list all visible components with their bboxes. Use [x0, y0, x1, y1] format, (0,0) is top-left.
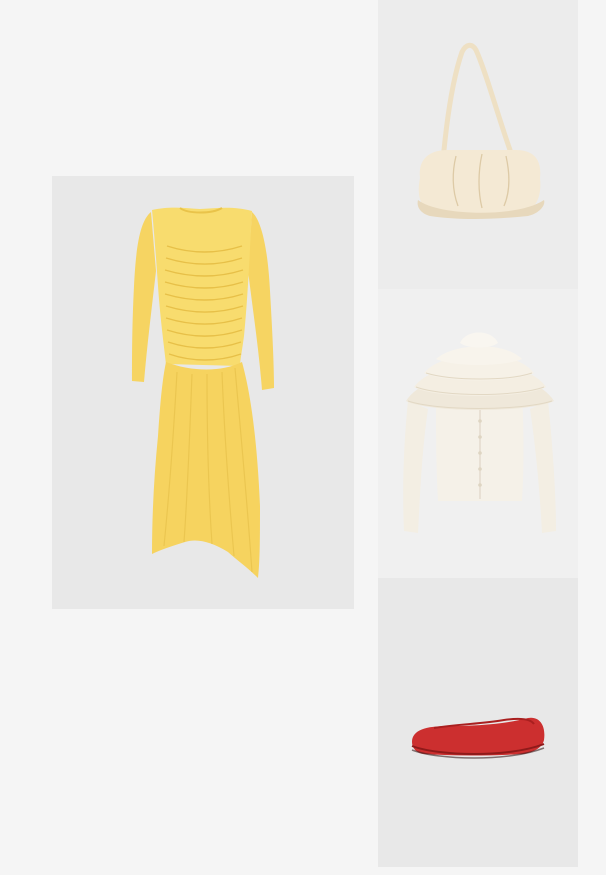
cream-ruffle-cardigan-icon — [403, 332, 556, 533]
cream-handbag-icon — [417, 42, 545, 219]
product-tile-bag[interactable] — [378, 0, 578, 289]
yellow-ruched-dress-icon — [132, 207, 274, 578]
product-tile-dress[interactable] — [52, 176, 354, 609]
red-ballet-flat-icon — [411, 717, 545, 759]
product-tile-top[interactable] — [378, 289, 578, 578]
product-tile-shoe[interactable] — [378, 578, 578, 867]
